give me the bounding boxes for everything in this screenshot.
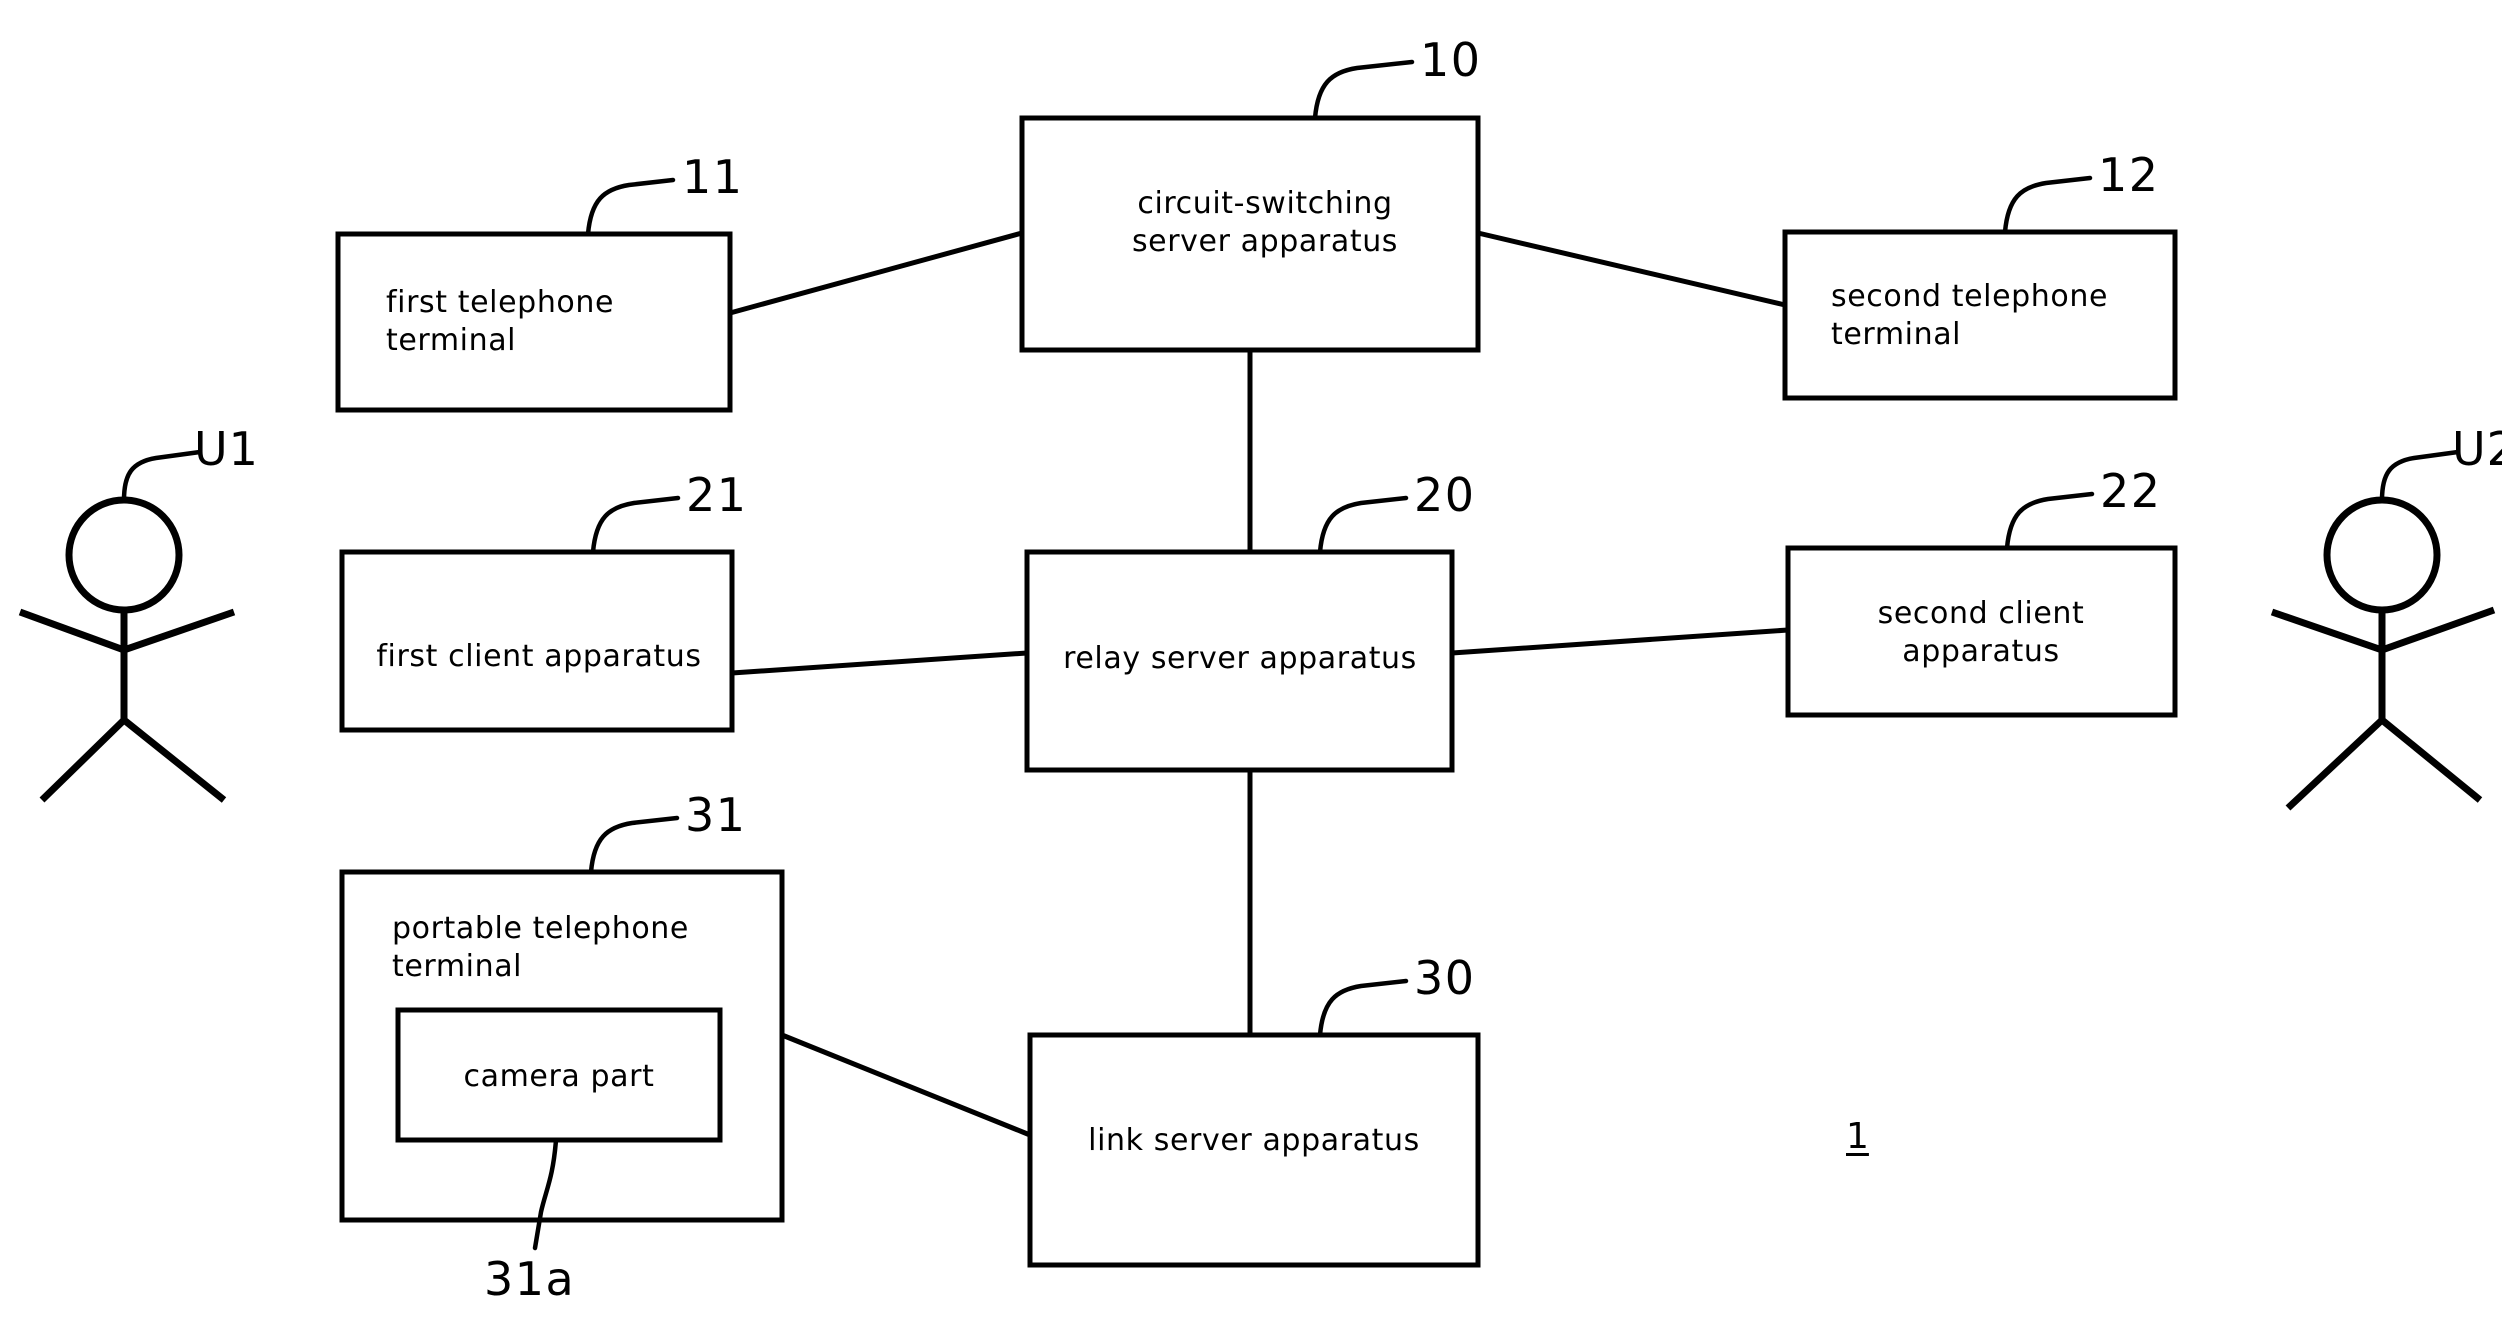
ref-number-31a: 31a [484,1252,576,1306]
patent-figure-canvas: circuit-switching server apparatus first… [0,0,2502,1340]
connector-11-to-10 [729,230,1023,316]
connector-31-to-30 [781,1032,1031,1138]
stick-figure-u1 [18,496,236,803]
ref-number-11: 11 [682,150,744,204]
leader-to-12 [2002,175,2093,235]
u2-leg-left [2285,717,2385,811]
ref-number-20: 20 [1414,468,1476,522]
user-label-u2: U2 [2452,422,2502,476]
connector-21-to-20 [731,650,1028,676]
leader-to-20 [1317,495,1409,555]
leader-to-30 [1317,978,1409,1038]
leader-to-u1 [121,449,203,503]
box-22-label: second client apparatus [1877,596,2085,670]
u1-arm-left [18,608,126,654]
ref-number-30: 30 [1414,951,1476,1005]
figure-system-number: 1 [1846,1116,1869,1157]
u2-arm-right [2380,606,2496,654]
ref-number-10: 10 [1420,33,1482,87]
leader-to-10 [1312,59,1415,121]
stick-figure-u2 [2270,496,2496,811]
leader-to-22 [2004,491,2095,551]
box-30-label: link server apparatus [1088,1123,1420,1158]
box-20-label: relay server apparatus [1063,641,1417,676]
ref-number-12: 12 [2098,148,2160,202]
u2-leg-right [2379,717,2483,803]
u1-leg-right [121,717,227,803]
leader-to-21 [590,495,681,555]
connector-20-to-22 [1451,627,1789,656]
box-10-label: circuit-switching server apparatus [1131,186,1399,260]
u2-arm-left [2270,608,2384,654]
box-31a-label: camera part [463,1059,655,1094]
ref-number-22: 22 [2100,464,2162,518]
leader-to-u2 [2379,449,2461,503]
box-21-label: first client apparatus [376,639,702,674]
connector-10-to-12 [1477,230,1786,308]
ref-number-31: 31 [685,788,747,842]
user-label-u1: U1 [194,422,259,476]
u1-leg-left [39,717,127,803]
u1-arm-right [122,608,236,654]
u1-head-icon [65,496,183,614]
ref-number-21: 21 [686,468,748,522]
box-11-label: first telephone terminal [386,285,615,359]
leader-to-31 [588,815,680,875]
leader-to-11 [585,177,676,237]
u2-head-icon [2323,496,2441,614]
box-12-label: second telephone terminal [1831,279,2109,353]
box-31-label: portable telephone terminal [392,911,689,985]
